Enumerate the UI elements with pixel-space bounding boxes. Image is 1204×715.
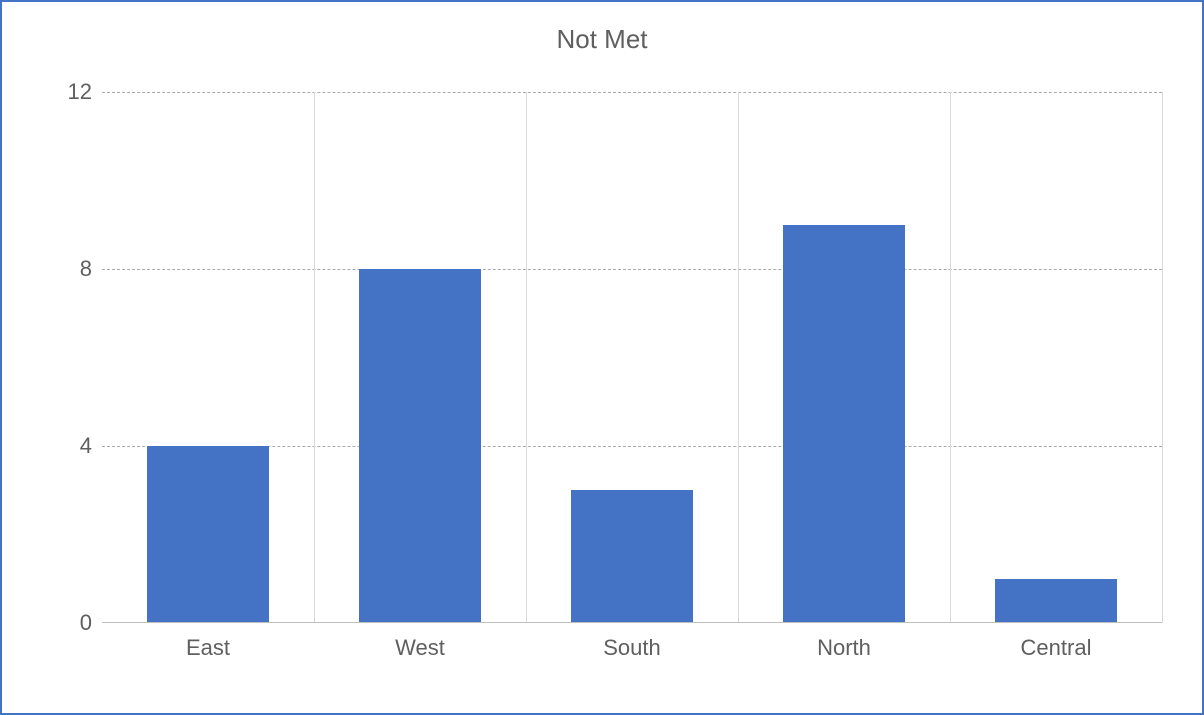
plot-wrap: 0 4 8 12 East West South North Central [42,74,1172,663]
bars [102,92,1162,623]
y-tick-label: 8 [52,256,92,282]
y-tick-label: 12 [52,79,92,105]
y-tick-label: 0 [52,610,92,636]
bar-south [571,490,694,623]
bar-slot [102,92,314,623]
x-tick-label: Central [1021,635,1092,661]
bar-slot [314,92,526,623]
x-tick-label: North [817,635,871,661]
x-tick-label: West [395,635,445,661]
x-tick-label: South [603,635,661,661]
bar-slot [526,92,738,623]
bar-west [359,269,482,623]
x-tick-label: East [186,635,230,661]
bar-slot [950,92,1162,623]
axis-baseline [102,622,1162,623]
vertical-gridline [1162,92,1163,623]
chart-title: Not Met [2,2,1202,65]
bar-slot [738,92,950,623]
bar-north [783,225,906,623]
bar-central [995,579,1118,623]
x-axis-labels: East West South North Central [102,627,1162,663]
bar-east [147,446,270,623]
y-tick-label: 4 [52,433,92,459]
plot-area [102,92,1162,623]
chart-frame: Not Met 0 4 8 12 East West South North Central [0,0,1204,715]
